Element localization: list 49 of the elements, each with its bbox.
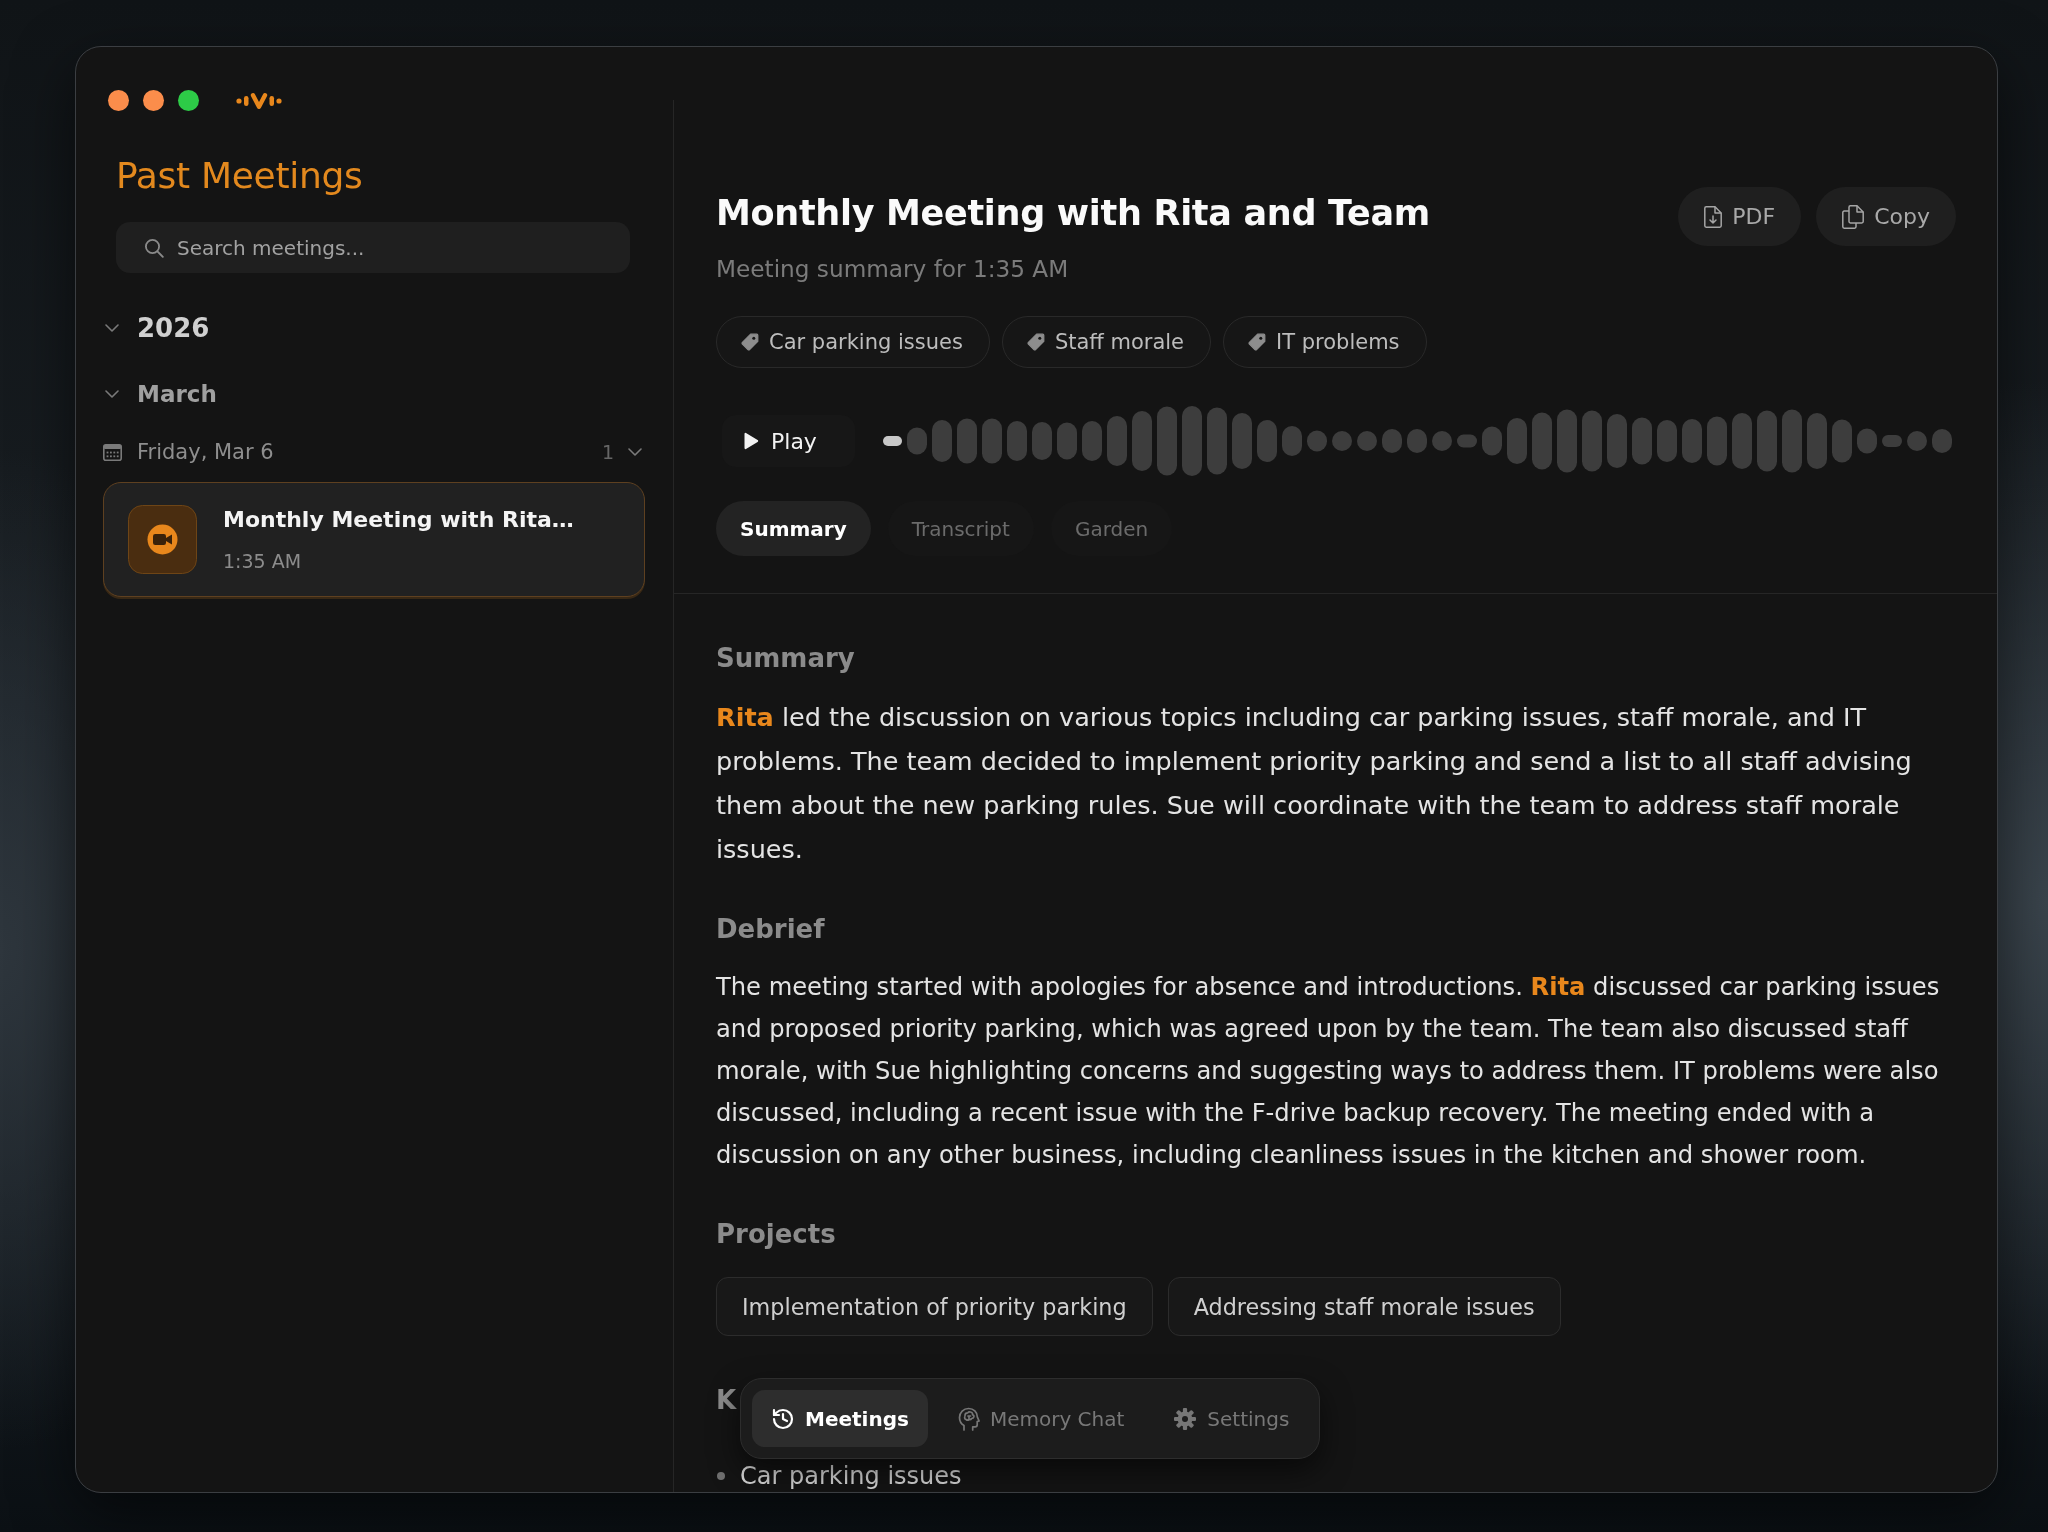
section-heading: K [716,1384,737,1417]
search-field[interactable]: Search meetings... [116,222,630,273]
logo-icon [236,91,282,110]
page-subtitle: Meeting summary for 1:35 AM [716,254,1069,284]
maximize-button[interactable] [178,90,199,111]
tag-icon [1248,333,1266,351]
close-button[interactable] [108,90,129,111]
search-icon [144,237,164,258]
section-heading: Debrief [716,913,825,946]
summary-paragraph: The meeting started with apologies for absence and introductions. Rita discussed car parking issues and proposed priority parking, which was agreed upon by the team. The team also discussed staff morale, with Sue highlighting concerns and suggesting ways to address them. IT problems were also discussed, including a recent issue with the F-drive backup recovery. The meeting ended with a discussion on any other business, including cleanliness issues in the kitchen and shower room. [716,972,1941,1171]
year-label[interactable]: 2026 [137,313,210,343]
month-label[interactable]: March [137,381,217,407]
calendar-icon [103,443,122,461]
page-title: Monthly Meeting with Rita and Team [716,192,1430,235]
meeting-count: 1 [601,441,614,463]
meeting-time: 1:35 AM [223,548,302,574]
section-heading: Summary [716,642,855,675]
nav-tab[interactable]: Settings [1154,1390,1309,1447]
copy-button[interactable]: Copy [1816,187,1956,246]
bullet-icon [717,1472,725,1480]
tag-icon [1026,333,1045,351]
day-label[interactable]: Friday, Mar 6 [137,440,274,464]
minimize-button[interactable] [143,90,164,111]
meeting-card[interactable]: Monthly Meeting with Rita… 1:35 AM [103,482,645,597]
tag-label: IT problems [1276,330,1400,354]
pdf-button[interactable]: PDF [1678,187,1802,246]
section-heading: Projects [716,1218,836,1251]
copy-icon [1842,204,1865,229]
meeting-title: Monthly Meeting with Rita… [223,505,574,534]
project-tag: Implementation of priority parking [716,1277,1153,1336]
file-download-icon [1704,205,1723,228]
tag-label: Car parking issues [769,330,963,354]
summary-paragraph: Rita led the discussion on various topics including car parking issues, staff morale, and IT problems. The team decided to implement priority parking and send a list to all staff advising them about the new parking rules. Sue will coordinate with the team to address staff morale issues. [716,701,1913,866]
settings-icon [1173,1406,1198,1431]
tag-label: Staff morale [1054,330,1184,354]
nav-tab[interactable]: Meetings [752,1390,928,1447]
play-icon [743,432,759,450]
project-tag: Addressing staff morale issues [1167,1277,1561,1336]
tab[interactable]: Summary [716,501,871,556]
video-camera-icon [128,505,197,574]
chevron-down-icon[interactable] [105,390,119,398]
chevron-down-icon[interactable] [105,324,119,332]
brain-head-icon [957,1406,980,1431]
list-item-text: Car parking issues [740,1462,962,1490]
history-icon [771,1406,795,1431]
chevron-down-icon[interactable] [628,448,642,456]
sidebar-title: Past Meetings [116,154,363,198]
nav-tab[interactable]: Memory Chat [938,1390,1144,1447]
tag-icon [741,333,759,351]
